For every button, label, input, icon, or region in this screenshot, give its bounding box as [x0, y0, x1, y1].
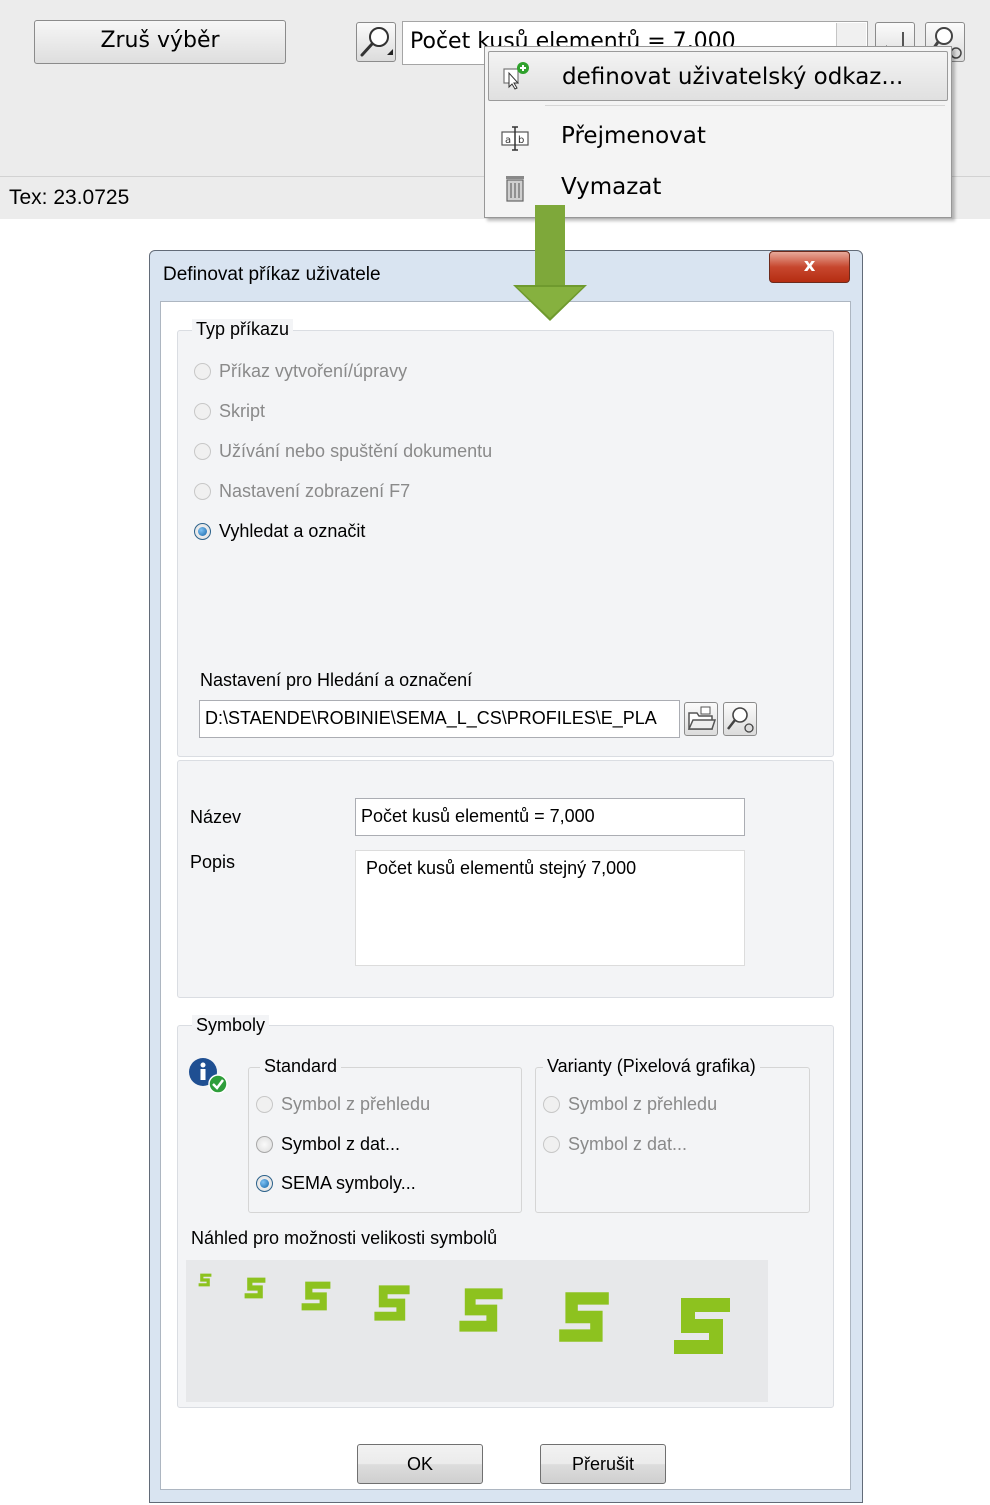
- sema-symbol-icon: [244, 1277, 266, 1299]
- folder-open-icon: [687, 706, 717, 730]
- search-button[interactable]: [356, 22, 396, 62]
- radio-create-edit-command[interactable]: Příkaz vytvoření/úpravy: [194, 359, 407, 383]
- settings-label: Nastavení pro Hledání a označení: [200, 670, 473, 690]
- menu-separator: [545, 105, 945, 106]
- preview-label: Náhled pro možnosti velikosti symbolů: [191, 1228, 498, 1248]
- symbols-legend: Symboly: [192, 1015, 270, 1036]
- menu-item-define-link[interactable]: definovat uživatelský odkaz...: [488, 51, 948, 101]
- define-link-icon: [503, 62, 529, 90]
- standard-legend: Standard: [260, 1056, 342, 1077]
- radio-indicator: [543, 1135, 560, 1153]
- name-field[interactable]: Počet kusů elementů = 7,000: [355, 798, 745, 836]
- sema-symbol-icon: [674, 1298, 730, 1354]
- browse-folder-button[interactable]: [684, 702, 718, 736]
- radio-label: Symbol z přehledu: [281, 1093, 431, 1114]
- description-field[interactable]: Počet kusů elementů stejný 7,000: [355, 850, 745, 966]
- radio-open-document[interactable]: Užívání nebo spuštění dokumentu: [194, 439, 492, 463]
- magnifier-icon: [360, 27, 393, 57]
- sema-symbol-icon: [198, 1273, 212, 1287]
- radio-label: Skript: [219, 400, 266, 421]
- info-check-icon: [189, 1058, 228, 1094]
- menu-item-label: Vymazat: [561, 174, 662, 200]
- radio-label: Symbol z dat...: [281, 1133, 401, 1154]
- radio-indicator: [194, 442, 211, 460]
- radio-indicator: [256, 1135, 273, 1153]
- menu-item-label: Přejmenovat: [561, 123, 706, 149]
- radio-indicator: [543, 1095, 560, 1113]
- clear-selection-button[interactable]: Zruš výběr: [34, 20, 286, 64]
- cancel-button[interactable]: Přerušit: [540, 1444, 666, 1484]
- radio-standard-from-data[interactable]: Symbol z dat...: [256, 1132, 400, 1156]
- command-type-legend: Typ příkazu: [192, 319, 294, 340]
- context-menu: definovat uživatelský odkaz... a b Přejm…: [484, 46, 952, 218]
- svg-text:b: b: [518, 135, 524, 146]
- name-label: Název: [190, 807, 242, 827]
- dialog-title: Definovat příkaz uživatele: [163, 264, 381, 285]
- sema-symbol-icon: [374, 1285, 410, 1321]
- sema-symbol-icon: [459, 1288, 503, 1332]
- radio-sema-symbols[interactable]: SEMA symboly...: [256, 1171, 416, 1195]
- radio-script[interactable]: Skript: [194, 399, 265, 423]
- radio-label: Příkaz vytvoření/úpravy: [219, 360, 408, 381]
- radio-standard-from-overview[interactable]: Symbol z přehledu: [256, 1092, 430, 1116]
- flow-arrow-icon: [513, 205, 587, 321]
- svg-text:a: a: [505, 135, 511, 146]
- radio-find-and-mark[interactable]: Vyhledat a označit: [194, 519, 365, 543]
- variants-legend: Varianty (Pixelová grafika): [543, 1056, 760, 1077]
- radio-label: Symbol z přehledu: [568, 1093, 718, 1114]
- sema-symbol-icon: [559, 1292, 609, 1342]
- ok-button[interactable]: OK: [357, 1444, 483, 1484]
- status-text: Tex: 23.0725: [9, 186, 130, 209]
- command-type-panel: [177, 330, 834, 757]
- rename-icon: a b: [501, 126, 529, 151]
- radio-label: Symbol z dat...: [568, 1133, 688, 1154]
- radio-label: Nastavení zobrazení F7: [219, 480, 411, 501]
- trash-icon: [506, 176, 524, 202]
- radio-indicator: [256, 1095, 273, 1113]
- radio-variant-from-data[interactable]: Symbol z dat...: [543, 1132, 687, 1156]
- sema-symbol-icon: [301, 1281, 331, 1311]
- radio-indicator: [194, 522, 211, 540]
- search-settings-icon: [727, 707, 754, 733]
- radio-label: SEMA symboly...: [281, 1172, 416, 1193]
- radio-variant-from-overview[interactable]: Symbol z přehledu: [543, 1092, 717, 1116]
- radio-indicator: [194, 482, 211, 500]
- menu-item-rename[interactable]: a b Přejmenovat: [488, 113, 948, 163]
- symbol-size-preview: [186, 1260, 768, 1402]
- description-label: Popis: [190, 852, 236, 872]
- menu-item-label: definovat uživatelský odkaz...: [562, 64, 904, 90]
- radio-label: Vyhledat a označit: [219, 520, 366, 541]
- radio-indicator: [194, 402, 211, 420]
- radio-indicator: [256, 1174, 273, 1192]
- search-settings-dialog-button[interactable]: [723, 702, 757, 736]
- settings-path-field[interactable]: D:\STAENDE\ROBINIE\SEMA_L_CS\PROFILES\E_…: [199, 700, 680, 738]
- radio-indicator: [194, 362, 211, 380]
- close-button[interactable]: x: [769, 251, 850, 283]
- radio-label: Užívání nebo spuštění dokumentu: [219, 440, 493, 461]
- radio-f7-view-settings[interactable]: Nastavení zobrazení F7: [194, 479, 410, 503]
